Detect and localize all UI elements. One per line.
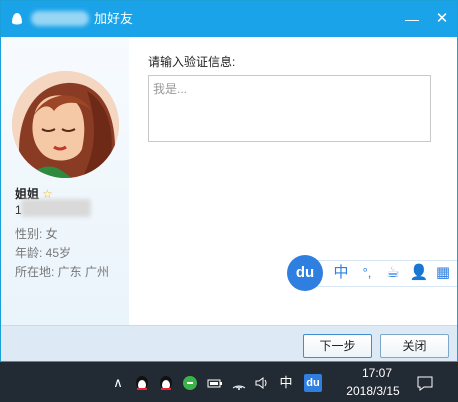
ime-mode-indicator[interactable]: 中 <box>277 374 295 392</box>
baidu-logo-icon[interactable]: du <box>287 255 323 291</box>
ime-menu-grid-icon[interactable]: ▦ <box>433 263 453 283</box>
ime-user-icon[interactable]: 👤 <box>409 263 429 283</box>
ime-punctuation-button[interactable]: °, <box>357 263 377 283</box>
action-center-notification-icon[interactable] <box>416 374 434 392</box>
speaker-volume-icon[interactable] <box>254 374 270 392</box>
verify-message-input[interactable] <box>148 75 431 142</box>
cartoon-woman-avatar-icon <box>12 71 119 178</box>
qq-logo-icon <box>12 13 22 25</box>
minimize-button[interactable]: — <box>403 10 421 28</box>
blurred-qq-number <box>21 199 91 217</box>
windows-taskbar: ∧ 中 du 17:07 2018/3/15 <box>0 362 458 402</box>
clock-time[interactable]: 17:07 <box>352 366 402 380</box>
baidu-ime-toolbar: du 中 °, ☕ 👤 ▦ <box>287 255 457 291</box>
qq-penguin-icon-2[interactable] <box>158 374 174 392</box>
clock-date[interactable]: 2018/3/15 <box>338 384 408 398</box>
profile-location: 所在地: 广东 广州 <box>15 265 110 279</box>
ime-skin-icon[interactable]: ☕ <box>383 263 403 283</box>
dialog-footer: 下一步 关闭 <box>1 325 457 361</box>
verify-label: 请输入验证信息: <box>148 55 236 69</box>
next-step-button[interactable]: 下一步 <box>303 334 372 358</box>
profile-panel: 姐姐 ☆ 1 性别: 女 年龄: 45岁 所在地: 广东 广州 <box>1 37 129 325</box>
qq-penguin-icon[interactable] <box>134 374 150 392</box>
window-title: 加好友 <box>94 11 134 26</box>
add-friend-window: 加好友 — ✕ 姐姐☆ 1 性别: 女 年龄: 45岁 所在地: 广东 广州 <box>0 0 458 362</box>
avatar[interactable] <box>12 71 119 178</box>
profile-gender: 性别: 女 <box>15 227 58 241</box>
battery-icon[interactable] <box>206 374 224 392</box>
ime-chinese-mode-button[interactable]: 中 <box>331 263 351 283</box>
profile-age: 年龄: 45岁 <box>15 246 72 260</box>
wifi-icon[interactable] <box>231 374 247 392</box>
blurred-nickname <box>31 11 89 26</box>
green-circle-app-icon[interactable] <box>182 374 198 392</box>
show-hidden-icons-chevron-up-icon[interactable]: ∧ <box>110 374 126 392</box>
close-window-button[interactable]: ✕ <box>433 10 451 28</box>
title-bar: 加好友 — ✕ <box>1 1 457 37</box>
baidu-ime-tray-icon[interactable]: du <box>304 374 322 392</box>
close-button[interactable]: 关闭 <box>380 334 449 358</box>
